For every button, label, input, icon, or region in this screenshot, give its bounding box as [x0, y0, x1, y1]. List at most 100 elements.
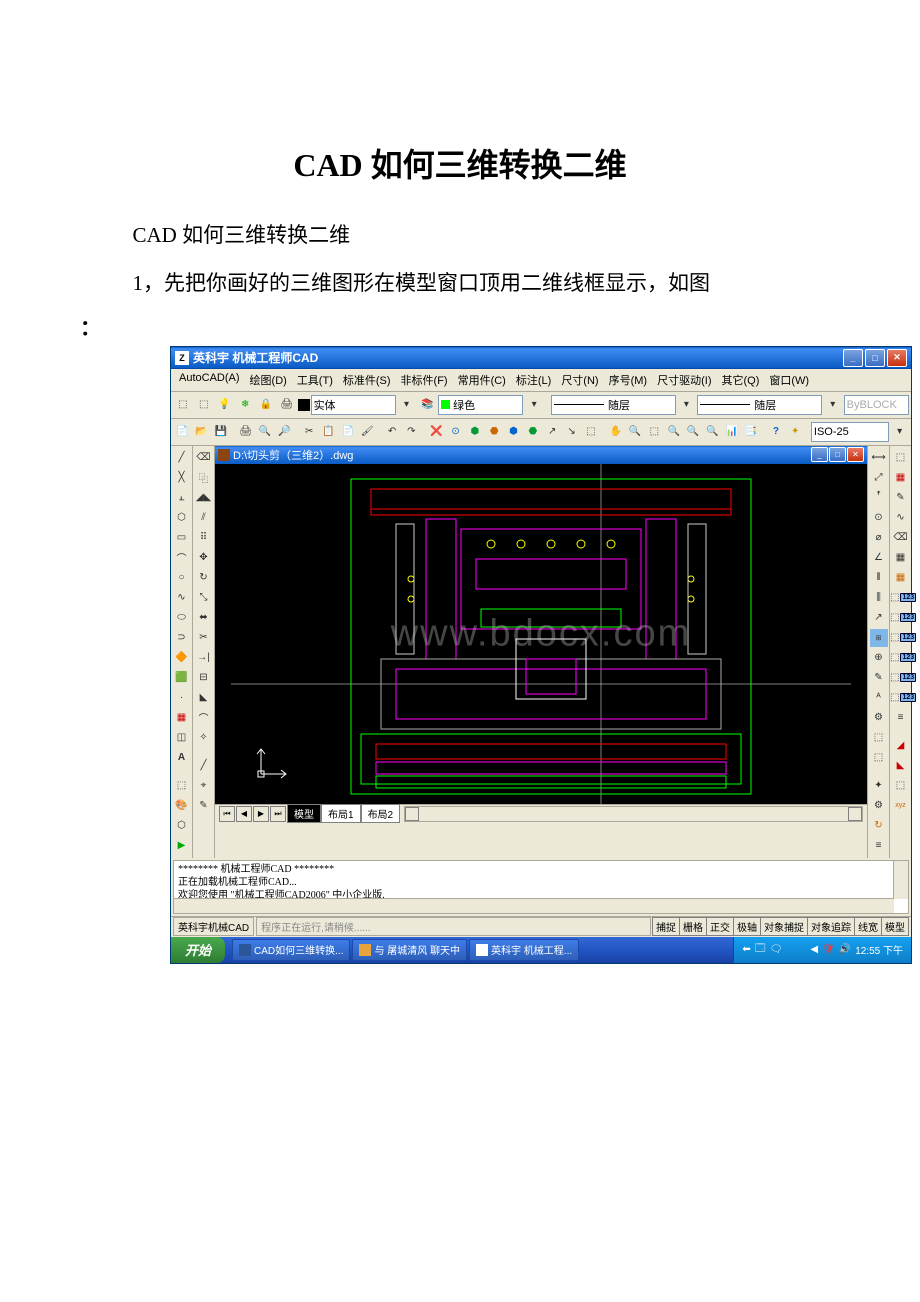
print-icon[interactable]: 🖨 [237, 422, 255, 442]
undo-icon[interactable]: ↶ [383, 422, 401, 442]
line-icon[interactable]: ╱ [173, 449, 191, 467]
snap-toggle[interactable]: 捕捉 [652, 917, 680, 936]
doc-maximize-button[interactable]: □ [829, 447, 846, 462]
color-sq[interactable] [298, 399, 310, 411]
dropdown-icon[interactable]: ▾ [890, 422, 908, 442]
tool-icon[interactable]: ▦ [892, 569, 910, 587]
dropdown-icon[interactable]: ▾ [524, 395, 544, 415]
tool-icon[interactable]: ⬢ [466, 422, 484, 442]
find-icon[interactable]: 🔎 [275, 422, 293, 442]
tab-layout1[interactable]: 布局1 [321, 804, 361, 823]
extend-icon[interactable]: →| [195, 649, 213, 667]
center-icon[interactable]: ⊕ [870, 649, 888, 667]
help-icon[interactable]: ? [767, 422, 785, 442]
tool-icon[interactable]: ⬚ [870, 749, 888, 767]
dim-diameter-icon[interactable]: ⌀ [870, 529, 888, 547]
cut-icon[interactable]: ✂ [300, 422, 318, 442]
paste-icon[interactable]: 📄 [339, 422, 357, 442]
point-icon[interactable]: · [173, 689, 191, 707]
tray-icon[interactable]: ◀ [810, 944, 818, 955]
layer-mgr-icon[interactable]: ▾ [397, 395, 417, 415]
dimtedit-icon[interactable]: ᴬ [870, 689, 888, 707]
dc-icon[interactable]: 📑 [742, 422, 760, 442]
color-select[interactable]: 绿色 [438, 395, 523, 415]
layer-icon[interactable]: ⬚ [173, 395, 193, 415]
menu-common[interactable]: 常用件(C) [454, 371, 510, 389]
tab-layout2[interactable]: 布局2 [361, 804, 401, 823]
move-icon[interactable]: ✥ [195, 549, 213, 567]
maximize-button[interactable]: □ [865, 349, 885, 367]
leader-icon[interactable]: ↗ [870, 609, 888, 627]
tray-clock[interactable]: 12:55 下午 [855, 942, 903, 957]
osnap-toggle[interactable]: 对象捕捉 [760, 917, 808, 936]
menu-dimdrive[interactable]: 尺寸驱动(I) [653, 371, 715, 389]
tray-icon[interactable]: 🗨 [770, 944, 783, 955]
dim-ordinate-icon[interactable]: ꜛ [870, 489, 888, 507]
mirror-icon[interactable]: ◢◣ [195, 489, 213, 507]
preview-icon[interactable]: 🔍 [256, 422, 274, 442]
zoom-icon[interactable]: 🔍 [684, 422, 702, 442]
redo-icon[interactable]: ↷ [402, 422, 420, 442]
tool-icon[interactable]: ⊙ [446, 422, 464, 442]
ellipse-arc-icon[interactable]: ⊃ [173, 629, 191, 647]
dim-baseline-icon[interactable]: ⫴ [870, 569, 888, 587]
dimedit-icon[interactable]: ✎ [870, 669, 888, 687]
tool-icon[interactable]: ⬚ [582, 422, 600, 442]
start-button[interactable]: 开始 [171, 937, 225, 963]
copy-icon[interactable]: 📋 [319, 422, 337, 442]
hatch-icon[interactable]: ▦ [173, 709, 191, 727]
command-window[interactable]: ******** 机械工程师CAD ******** 正在加载机械工程师CAD.… [173, 860, 909, 914]
menu-seq[interactable]: 序号(M) [605, 371, 652, 389]
zoom-prev-icon[interactable]: 🔍 [665, 422, 683, 442]
dimstyle-icon[interactable]: ⚙ [870, 709, 888, 727]
props-icon[interactable]: 📊 [723, 422, 741, 442]
app-titlebar[interactable]: Z 英科宇 机械工程师CAD _ □ ✕ [171, 347, 911, 369]
dim-angular-icon[interactable]: ∠ [870, 549, 888, 567]
tab-last-icon[interactable]: ⏭ [270, 806, 286, 822]
system-tray[interactable]: ⬅ 🗔 🗨 ◀ 🛡 🔊 12:55 下午 [733, 937, 911, 963]
dim-radius-icon[interactable]: ⊙ [870, 509, 888, 527]
menu-draw[interactable]: 绘图(D) [246, 371, 291, 389]
minimize-button[interactable]: _ [843, 349, 863, 367]
match-icon[interactable]: 🖌 [358, 422, 376, 442]
model-toggle[interactable]: 模型 [881, 917, 909, 936]
rotate-icon[interactable]: ↻ [195, 569, 213, 587]
grid-toggle[interactable]: 栅格 [679, 917, 707, 936]
menu-standard[interactable]: 标准件(S) [339, 371, 395, 389]
taskbar-item[interactable]: 英科宇 机械工程... [469, 939, 579, 961]
tool-icon[interactable]: ▶ [173, 837, 191, 855]
zoom-rt-icon[interactable]: 🔍 [626, 422, 644, 442]
menu-tools[interactable]: 工具(T) [293, 371, 337, 389]
tool-icon[interactable]: ⬚ [173, 777, 191, 795]
tolerance-icon[interactable]: ⊞ [870, 629, 888, 647]
tab-first-icon[interactable]: ⏮ [219, 806, 235, 822]
array-icon[interactable]: ⠿ [195, 529, 213, 547]
tool-icon[interactable]: 🔒 [256, 395, 276, 415]
drawing-canvas[interactable]: www.bdocx.com [215, 464, 867, 804]
tool-icon[interactable]: 🖨 [277, 395, 297, 415]
tool-icon[interactable]: ◣ [892, 757, 910, 775]
tool-icon[interactable]: ❌ [427, 422, 445, 442]
tool-icon[interactable]: xyz [892, 797, 910, 815]
tool-icon[interactable]: ⌖ [195, 777, 213, 795]
tab-prev-icon[interactable]: ◀ [236, 806, 252, 822]
dim-continue-icon[interactable]: ⫼ [870, 589, 888, 607]
tool-icon[interactable]: ⬚ [870, 729, 888, 747]
tool-icon[interactable]: ⬣ [524, 422, 542, 442]
layers-icon[interactable]: 📚 [417, 395, 437, 415]
menu-annotate[interactable]: 标注(L) [512, 371, 555, 389]
xline-icon[interactable]: ╳ [173, 469, 191, 487]
tool-icon[interactable]: 🎨 [173, 797, 191, 815]
text-icon[interactable]: A [173, 749, 191, 767]
dim-aligned-icon[interactable]: ⤢ [870, 469, 888, 487]
doc-titlebar[interactable]: D:\切头剪（三维2）.dwg _ □ ✕ [215, 446, 867, 464]
menu-dim[interactable]: 尺寸(N) [557, 371, 602, 389]
region-icon[interactable]: ◫ [173, 729, 191, 747]
pline-icon[interactable]: ⫠ [173, 489, 191, 507]
close-button[interactable]: ✕ [887, 349, 907, 367]
rect-icon[interactable]: ▭ [173, 529, 191, 547]
menu-other[interactable]: 其它(Q) [717, 371, 763, 389]
save-icon[interactable]: 💾 [212, 422, 230, 442]
tool-icon[interactable]: ▦ [892, 549, 910, 567]
layer-icon2[interactable]: ⬚ [194, 395, 214, 415]
